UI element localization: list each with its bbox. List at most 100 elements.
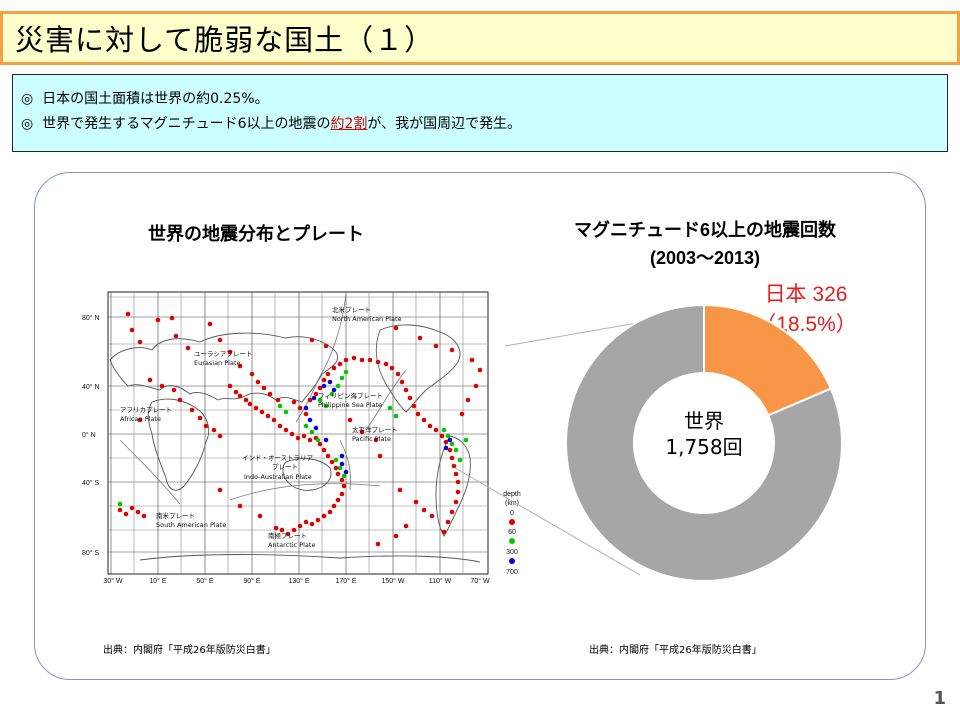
- earthquake-dot: [267, 391, 273, 397]
- earthquake-dot: [387, 405, 393, 411]
- lon-label: 50° E: [196, 577, 214, 585]
- earthquake-dot: [397, 487, 403, 493]
- earthquake-dot: [247, 401, 253, 407]
- earthquake-dot: [327, 379, 333, 385]
- plate-label-african-en: African Plate: [120, 415, 161, 423]
- earthquake-dot: [333, 465, 339, 471]
- earthquake-dot: [455, 489, 461, 495]
- earthquake-dot: [453, 471, 459, 477]
- earthquake-dot: [291, 399, 297, 405]
- earthquake-dot: [427, 423, 433, 429]
- map-source: 出典：内閣府「平成26年版防災白書」: [103, 645, 276, 656]
- earthquake-dot: [309, 521, 315, 527]
- earthquake-dot: [169, 315, 175, 321]
- plate-label-antarctic: 南極プレート: [268, 531, 307, 540]
- earthquake-dot: [257, 513, 263, 519]
- earthquake-dot: [335, 497, 341, 503]
- earthquake-dot: [185, 345, 191, 351]
- earthquake-dot: [137, 339, 143, 345]
- page-title: 災害に対して脆弱な国土（１）: [15, 23, 435, 57]
- earthquake-dot: [315, 437, 321, 443]
- plate-label-philippine-en: Philippine Sea Plate: [318, 401, 382, 409]
- earthquake-dot: [313, 425, 319, 431]
- earthquake-dot: [367, 357, 373, 363]
- earthquake-dot: [303, 411, 309, 417]
- earthquake-dot: [301, 433, 307, 439]
- earthquake-dot: [129, 505, 135, 511]
- earthquake-dot: [217, 433, 223, 439]
- earthquake-dot: [375, 541, 381, 547]
- earthquake-dot: [197, 415, 203, 421]
- earthquake-dot: [303, 405, 309, 411]
- earthquake-dot: [323, 343, 329, 349]
- earthquake-dot: [433, 427, 439, 433]
- earthquake-dot: [273, 525, 279, 531]
- lat-label: 40° N: [82, 383, 100, 391]
- depth-legend-title: depth: [503, 491, 521, 498]
- earthquake-dot: [433, 343, 439, 349]
- earthquake-dot: [307, 437, 313, 443]
- earthquake-dot: [339, 375, 345, 381]
- plate-label-south-american-en: South American Plate: [156, 521, 226, 529]
- earthquake-dot: [399, 379, 405, 385]
- earthquake-dot: [303, 423, 309, 429]
- earthquake-dot: [445, 433, 451, 439]
- earthquake-dot: [463, 437, 469, 443]
- earthquake-dot: [351, 355, 357, 361]
- plate-label-african: アフリカプレート: [120, 406, 172, 414]
- earthquake-dot: [439, 433, 445, 439]
- earthquake-dot: [129, 327, 135, 333]
- earthquake-dot: [217, 337, 223, 343]
- earthquake-dot: [217, 487, 223, 493]
- earthquake-dot: [331, 365, 337, 371]
- earthquake-dot: [337, 361, 343, 367]
- earthquake-dot: [253, 405, 259, 411]
- earthquake-dot: [297, 523, 303, 529]
- plate-label-philippine: フィリピン海プレート: [318, 391, 383, 400]
- earthquake-dot: [383, 361, 389, 367]
- depth-legend-swatch: [509, 558, 515, 564]
- lon-labels: 30° W 10° E 50° E 90° E 130° E 170° E 15…: [103, 577, 490, 585]
- earthquake-dot: [249, 371, 255, 377]
- earthquake-dot: [459, 411, 465, 417]
- earthquake-dot: [125, 311, 131, 317]
- earthquake-dot: [277, 403, 283, 409]
- earthquake-dot: [255, 379, 261, 385]
- earthquake-dot: [421, 417, 427, 423]
- earthquake-dot: [395, 371, 401, 377]
- earthquake-dot: [315, 517, 321, 523]
- earthquake-dot: [343, 469, 349, 475]
- depth-legend: depth (km) 0 60 300 700: [503, 491, 521, 576]
- earthquake-dot: [173, 333, 179, 339]
- earthquake-dot: [411, 403, 417, 409]
- earthquake-dot: [317, 441, 323, 447]
- summary-line-2: ◎ 世界で発生するマグニチュード6以上の地震の約2割が、我が国周辺で発生。: [21, 112, 947, 137]
- donut-center-label: 世界 1,758回: [634, 408, 774, 460]
- summary-box: ◎ 日本の国土面積は世界の約0.25%。 ◎ 世界で発生するマグニチュード6以上…: [12, 74, 948, 152]
- lon-label: 150° W: [381, 577, 404, 585]
- earthquake-dot: [449, 441, 455, 447]
- summary-line-1: ◎ 日本の国土面積は世界の約0.25%。: [21, 87, 947, 112]
- plate-label-south-american: 南米プレート: [156, 511, 195, 520]
- earthquake-dot: [415, 411, 421, 417]
- depth-legend-level: 60: [508, 529, 516, 536]
- earthquake-dot: [123, 511, 129, 517]
- earthquake-dot: [447, 447, 453, 453]
- earthquake-dot: [117, 501, 123, 507]
- earthquake-dot: [341, 483, 347, 489]
- earthquake-dot: [135, 509, 141, 515]
- earthquake-dot: [473, 383, 479, 389]
- lat-label: 80° N: [82, 314, 100, 322]
- earthquake-dot: [309, 429, 315, 435]
- lon-label: 10° E: [149, 577, 167, 585]
- earthquake-dot: [147, 377, 153, 383]
- earthquake-dot: [277, 423, 283, 429]
- earthquake-dot: [261, 385, 267, 391]
- earthquake-dot: [323, 437, 329, 443]
- earthquake-dot: [283, 409, 289, 415]
- earthquake-dot: [321, 377, 327, 383]
- summary-highlight: 約2割: [330, 116, 368, 132]
- lon-label: 130° E: [288, 577, 309, 585]
- title-bar: 災害に対して脆弱な国土（１）: [0, 11, 960, 65]
- earthquake-dot: [477, 367, 483, 373]
